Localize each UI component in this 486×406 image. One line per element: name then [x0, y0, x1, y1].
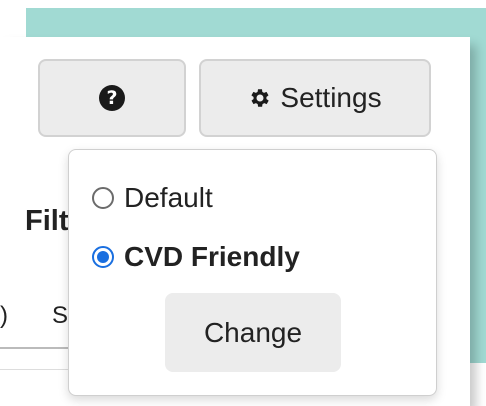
- radio-unselected[interactable]: [92, 187, 114, 209]
- tab-fragment-left: ): [0, 302, 8, 329]
- settings-button[interactable]: Settings: [199, 59, 431, 137]
- question-circle-icon: ?: [99, 85, 125, 111]
- gear-icon: [251, 89, 270, 107]
- color-mode-dropdown: Default CVD Friendly Change: [68, 149, 437, 396]
- settings-label: Settings: [280, 82, 382, 113]
- option-default-label: Default: [124, 182, 213, 213]
- option-cvd-friendly[interactable]: CVD Friendly: [92, 241, 300, 273]
- help-button[interactable]: ?: [38, 59, 186, 137]
- option-cvd-friendly-label: CVD Friendly: [124, 241, 300, 272]
- filter-heading: Filt: [25, 205, 69, 237]
- radio-selected[interactable]: [92, 246, 114, 268]
- tab-strip-fragment: ) S: [0, 302, 68, 330]
- option-default[interactable]: Default: [92, 182, 213, 214]
- tab-fragment-right[interactable]: S: [52, 302, 68, 329]
- change-button[interactable]: Change: [165, 293, 341, 372]
- divider: [0, 369, 70, 370]
- divider: [0, 347, 70, 349]
